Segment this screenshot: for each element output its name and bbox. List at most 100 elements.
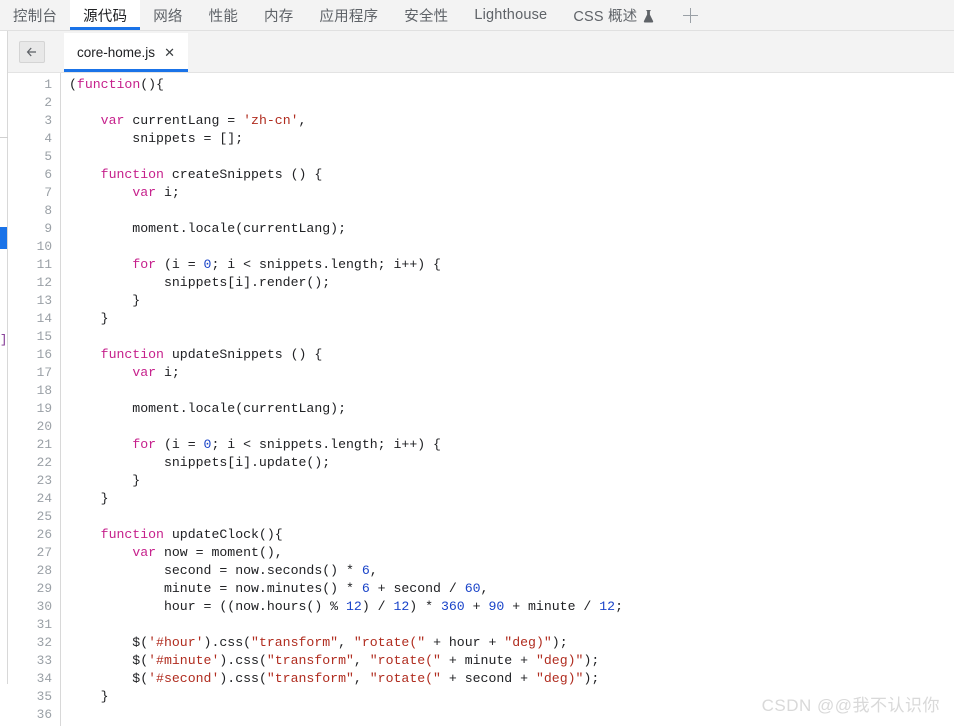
line-number[interactable]: 3 bbox=[8, 112, 60, 130]
line-code[interactable]: $('#second').css("transform", "rotate(" … bbox=[60, 670, 954, 688]
panel-tab-8[interactable]: CSS 概述 bbox=[560, 0, 667, 30]
line-code[interactable]: $('#minute').css("transform", "rotate(" … bbox=[60, 652, 954, 670]
panel-tab-7[interactable]: Lighthouse bbox=[461, 0, 560, 30]
code-line: 7 var i; bbox=[8, 184, 954, 202]
navigator-toggle-button[interactable] bbox=[19, 41, 45, 63]
line-number[interactable]: 12 bbox=[8, 274, 60, 292]
line-code[interactable]: var now = moment(), bbox=[60, 544, 954, 562]
token-str: "deg)" bbox=[535, 653, 584, 668]
line-number[interactable]: 23 bbox=[8, 472, 60, 490]
line-number[interactable]: 24 bbox=[8, 490, 60, 508]
line-number[interactable]: 10 bbox=[8, 238, 60, 256]
line-code[interactable]: function createSnippets () { bbox=[60, 166, 954, 184]
line-number[interactable]: 31 bbox=[8, 616, 60, 634]
code-editor[interactable]: 1 (function(){2 3 var currentLang = 'zh-cn… bbox=[8, 73, 954, 726]
line-code[interactable]: snippets[i].update(); bbox=[60, 454, 954, 472]
token-pln: + bbox=[464, 599, 489, 614]
line-code[interactable]: } bbox=[60, 490, 954, 508]
line-code[interactable]: moment.locale(currentLang); bbox=[60, 400, 954, 418]
line-number[interactable]: 5 bbox=[8, 148, 60, 166]
panel-tab-1[interactable]: 源代码 bbox=[70, 0, 141, 30]
line-number[interactable]: 26 bbox=[8, 526, 60, 544]
token-kw: var bbox=[132, 365, 157, 380]
panel-tab-4[interactable]: 内存 bbox=[251, 0, 306, 30]
token-pln: $( bbox=[69, 653, 149, 668]
line-number[interactable]: 7 bbox=[8, 184, 60, 202]
code-line: 20 bbox=[8, 418, 954, 436]
line-number[interactable]: 11 bbox=[8, 256, 60, 274]
line-number[interactable]: 17 bbox=[8, 364, 60, 382]
line-number[interactable]: 29 bbox=[8, 580, 60, 598]
token-pln bbox=[69, 167, 101, 182]
file-tab-core-home-js[interactable]: core-home.js ✕ bbox=[64, 33, 188, 72]
line-code[interactable]: } bbox=[60, 292, 954, 310]
token-pln: $( bbox=[69, 671, 149, 686]
line-code[interactable]: function updateClock(){ bbox=[60, 526, 954, 544]
line-code[interactable]: second = now.seconds() * 6, bbox=[60, 562, 954, 580]
line-code[interactable]: snippets = []; bbox=[60, 130, 954, 148]
panel-tab-5[interactable]: 应用程序 bbox=[306, 0, 391, 30]
line-number[interactable]: 15 bbox=[8, 328, 60, 346]
token-num: 60 bbox=[464, 581, 481, 596]
line-number[interactable]: 21 bbox=[8, 436, 60, 454]
line-code[interactable]: var currentLang = 'zh-cn', bbox=[60, 112, 954, 130]
line-number[interactable]: 28 bbox=[8, 562, 60, 580]
panel-tab-6[interactable]: 安全性 bbox=[391, 0, 461, 30]
code-line: 11 for (i = 0; i < snippets.length; i++)… bbox=[8, 256, 954, 274]
token-pln: createSnippets () { bbox=[163, 167, 323, 182]
code-line: 2 bbox=[8, 94, 954, 112]
line-code[interactable]: (function(){ bbox=[60, 76, 954, 94]
token-pln: , bbox=[353, 671, 370, 686]
line-number[interactable]: 32 bbox=[8, 634, 60, 652]
token-pln: ) / bbox=[361, 599, 394, 614]
line-code[interactable]: minute = now.minutes() * 6 + second / 60… bbox=[60, 580, 954, 598]
line-code[interactable]: for (i = 0; i < snippets.length; i++) { bbox=[60, 256, 954, 274]
panel-tab-label: 内存 bbox=[264, 8, 294, 25]
line-code[interactable]: } bbox=[60, 310, 954, 328]
line-number[interactable]: 14 bbox=[8, 310, 60, 328]
line-code[interactable]: for (i = 0; i < snippets.length; i++) { bbox=[60, 436, 954, 454]
line-number[interactable]: 2 bbox=[8, 94, 60, 112]
plus-icon bbox=[682, 7, 698, 23]
line-code[interactable]: function updateSnippets () { bbox=[60, 346, 954, 364]
line-number[interactable]: 16 bbox=[8, 346, 60, 364]
token-pln: ).css( bbox=[219, 671, 267, 686]
line-number[interactable]: 36 bbox=[8, 706, 60, 724]
navigator-selected-item[interactable] bbox=[0, 227, 7, 249]
line-number[interactable]: 19 bbox=[8, 400, 60, 418]
line-number[interactable]: 33 bbox=[8, 652, 60, 670]
line-number[interactable]: 8 bbox=[8, 202, 60, 220]
token-pln bbox=[69, 113, 101, 128]
line-code[interactable]: $('#hour').css("transform", "rotate(" + … bbox=[60, 634, 954, 652]
new-tab-button[interactable] bbox=[673, 0, 707, 30]
line-number[interactable]: 25 bbox=[8, 508, 60, 526]
line-number[interactable]: 27 bbox=[8, 544, 60, 562]
panel-tab-2[interactable]: 网络 bbox=[140, 0, 195, 30]
line-number[interactable]: 20 bbox=[8, 418, 60, 436]
code-line: 4 snippets = []; bbox=[8, 130, 954, 148]
line-code[interactable]: snippets[i].render(); bbox=[60, 274, 954, 292]
line-number[interactable]: 35 bbox=[8, 688, 60, 706]
line-number[interactable]: 9 bbox=[8, 220, 60, 238]
line-number[interactable]: 22 bbox=[8, 454, 60, 472]
line-number[interactable]: 6 bbox=[8, 166, 60, 184]
line-number[interactable]: 34 bbox=[8, 670, 60, 688]
code-line: 26 function updateClock(){ bbox=[8, 526, 954, 544]
line-code[interactable]: moment.locale(currentLang); bbox=[60, 220, 954, 238]
line-code[interactable]: var i; bbox=[60, 184, 954, 202]
line-number[interactable]: 4 bbox=[8, 130, 60, 148]
panel-tab-3[interactable]: 性能 bbox=[196, 0, 251, 30]
token-pln bbox=[69, 365, 132, 380]
token-str: "deg)" bbox=[535, 671, 584, 686]
line-number[interactable]: 18 bbox=[8, 382, 60, 400]
line-number[interactable]: 13 bbox=[8, 292, 60, 310]
line-number[interactable]: 1 bbox=[8, 76, 60, 94]
close-icon[interactable]: ✕ bbox=[164, 46, 175, 59]
line-code[interactable]: var i; bbox=[60, 364, 954, 382]
line-code[interactable]: } bbox=[60, 472, 954, 490]
code-line: 29 minute = now.minutes() * 6 + second /… bbox=[8, 580, 954, 598]
line-code[interactable]: hour = ((now.hours() % 12) / 12) * 360 +… bbox=[60, 598, 954, 616]
panel-tab-0[interactable]: 控制台 bbox=[0, 0, 70, 30]
line-number[interactable]: 30 bbox=[8, 598, 60, 616]
code-line: 14 } bbox=[8, 310, 954, 328]
